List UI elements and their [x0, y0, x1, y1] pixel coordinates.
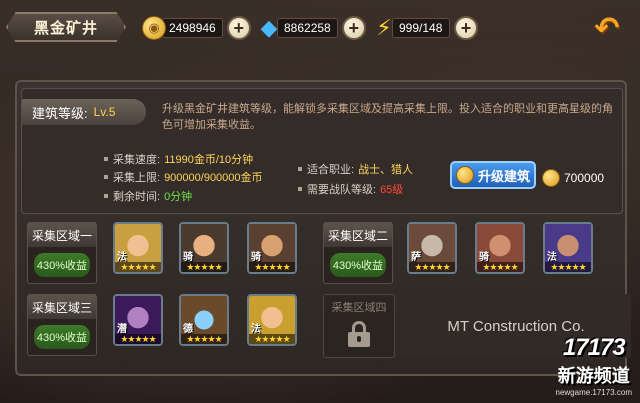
hero-stars: ★★★★★ — [477, 262, 523, 272]
hero-class: 法 — [251, 324, 261, 335]
level-value: Lv.5 — [93, 105, 116, 119]
speed-label: 采集速度: — [113, 154, 161, 166]
diamond-icon: ◆ — [260, 15, 278, 40]
remaining-stat: 剩余时间: 0分钟 — [104, 188, 192, 204]
hero-slot[interactable]: 骑 ★★★★★ — [179, 222, 229, 274]
hero-stars: ★★★★★ — [181, 262, 227, 272]
back-arrow-icon[interactable]: ↶ — [588, 12, 626, 45]
hero-class: 法 — [117, 252, 127, 263]
building-level-tab: 建筑等级: Lv.5 — [22, 99, 146, 125]
zone-1-name: 采集区域一 — [28, 223, 96, 247]
gold-coin-icon: ◉ — [142, 16, 166, 40]
gold-coin-icon — [455, 166, 474, 184]
top-bar: 黑金矿井 ◉ 2498946 + ◆ 8862258 + ⚡ 999/148 +… — [0, 0, 640, 58]
team-level-stat: 需要战队等级: 65级 — [298, 181, 403, 197]
watermark-sub: 新游频道 — [557, 366, 630, 386]
team-level-label: 需要战队等级: — [307, 184, 377, 196]
hero-slot[interactable]: 骑 ★★★★★ — [475, 222, 525, 274]
energy-resource: ⚡ 999/148 + — [372, 14, 478, 42]
hero-stars: ★★★★★ — [545, 262, 591, 272]
speed-stat: 采集速度: 11990金币/10分钟 — [104, 151, 253, 167]
watermark: 17173 新游频道 newgame.17173.com — [556, 334, 633, 397]
add-gold-button[interactable]: + — [226, 16, 251, 40]
zone-4-locked[interactable]: 采集区域四 — [323, 294, 395, 358]
zone-2-name: 采集区域二 — [324, 223, 392, 247]
hero-slot[interactable]: 萨 ★★★★★ — [407, 222, 457, 274]
lock-icon — [348, 321, 370, 347]
limit-label: 采集上限: — [113, 172, 161, 184]
job-stat: 适合职业: 战士、猎人 — [298, 161, 413, 177]
bullet-icon — [298, 167, 302, 171]
hero-slot[interactable]: 骑 ★★★★★ — [247, 222, 297, 274]
watermark-url: newgame.17173.com — [555, 388, 633, 397]
bullet-icon — [298, 187, 302, 191]
bullet-icon — [104, 157, 108, 161]
hero-class: 法 — [547, 252, 557, 263]
zone-1-yield: 430%收益 — [34, 253, 90, 277]
mine-panel: 建筑等级: Lv.5 升级黑金矿井建筑等级，能解锁多采集区域及提高采集上限。投入… — [15, 80, 631, 376]
zone-3-label: 采集区域三 430%收益 — [27, 294, 97, 356]
hero-class: 骑 — [479, 252, 489, 263]
limit-value: 900000/900000金币 — [164, 172, 263, 184]
page-title-plate: 黑金矿井 — [6, 12, 126, 42]
hero-stars: ★★★★★ — [115, 262, 161, 272]
hero-class: 骑 — [251, 252, 261, 263]
remaining-value: 0分钟 — [164, 191, 193, 203]
job-label: 适合职业: — [307, 164, 355, 176]
energy-bolt-icon: ⚡ — [376, 15, 392, 40]
hero-class: 萨 — [411, 252, 421, 263]
energy-value: 999/148 — [392, 18, 450, 38]
add-energy-button[interactable]: + — [454, 16, 478, 40]
hero-stars: ★★★★★ — [249, 334, 295, 344]
hero-slot[interactable]: 法 ★★★★★ — [543, 222, 593, 274]
building-info-box: 建筑等级: Lv.5 升级黑金矿井建筑等级，能解锁多采集区域及提高采集上限。投入… — [21, 88, 623, 214]
bullet-icon — [104, 194, 108, 198]
add-diamond-button[interactable]: + — [341, 16, 366, 40]
building-description: 升级黑金矿井建筑等级，能解锁多采集区域及提高采集上限。投入适合的职业和更高星级的… — [162, 103, 613, 131]
zone-4-name: 采集区域四 — [331, 302, 387, 314]
level-label: 建筑等级: — [32, 105, 88, 121]
hero-class: 潜 — [117, 324, 127, 335]
zone-3-yield: 430%收益 — [34, 325, 90, 349]
watermark-logo: 17173 — [562, 334, 626, 361]
zone-3-name: 采集区域三 — [28, 295, 96, 319]
zone-2-label: 采集区域二 430%收益 — [323, 222, 393, 284]
upgrade-button-label: 升级建筑 — [477, 168, 530, 184]
limit-stat: 采集上限: 900000/900000金币 — [104, 169, 263, 185]
hero-class: 德 — [183, 324, 193, 335]
hero-slot[interactable]: 法 ★★★★★ — [247, 294, 297, 346]
hero-slot[interactable]: 法 ★★★★★ — [113, 222, 163, 274]
diamond-value: 8862258 — [277, 18, 338, 38]
upgrade-building-button[interactable]: 升级建筑 — [450, 161, 536, 189]
speed-value: 11990金币/10分钟 — [164, 154, 254, 166]
job-value: 战士、猎人 — [358, 164, 414, 176]
diamond-resource: ◆ 8862258 + — [257, 14, 366, 42]
hero-class: 骑 — [183, 252, 193, 263]
hero-stars: ★★★★★ — [249, 262, 295, 272]
team-level-value: 65级 — [380, 184, 404, 196]
zone-2-yield: 430%收益 — [330, 253, 386, 277]
bullet-icon — [104, 175, 108, 179]
gold-coin-icon — [542, 169, 560, 187]
hero-slot[interactable]: 潜 ★★★★★ — [113, 294, 163, 346]
upgrade-cost: 700000 — [542, 169, 604, 187]
hero-stars: ★★★★★ — [181, 334, 227, 344]
remaining-label: 剩余时间: — [113, 191, 161, 203]
page-title: 黑金矿井 — [33, 19, 98, 37]
gold-resource: ◉ 2498946 + — [142, 14, 251, 42]
upgrade-cost-value: 700000 — [564, 171, 605, 185]
zone-1-label: 采集区域一 430%收益 — [27, 222, 97, 284]
gold-value: 2498946 — [162, 18, 223, 38]
hero-stars: ★★★★★ — [115, 334, 161, 344]
hero-slot[interactable]: 德 ★★★★★ — [179, 294, 229, 346]
hero-stars: ★★★★★ — [409, 262, 455, 272]
